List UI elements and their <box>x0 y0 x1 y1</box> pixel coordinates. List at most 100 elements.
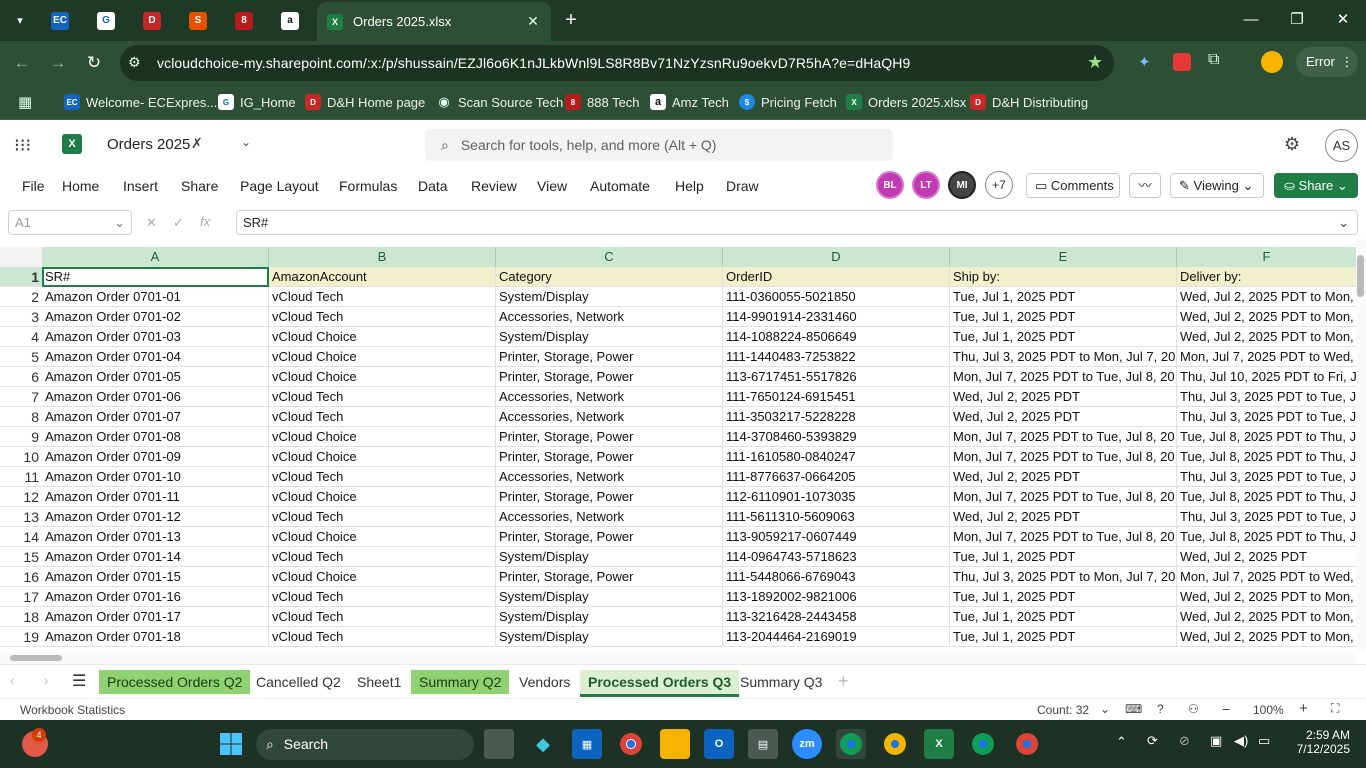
site-info-icon[interactable]: ⚙ <box>128 54 141 71</box>
table-cell[interactable]: 111-3503217-5228228 <box>723 407 950 427</box>
header-cell[interactable]: SR# <box>42 267 269 287</box>
table-cell[interactable]: 114-9901914-2331460 <box>723 307 950 327</box>
table-cell[interactable]: Amazon Order 0701-06 <box>42 387 269 407</box>
table-cell[interactable]: 111-7650124-6915451 <box>723 387 950 407</box>
table-cell[interactable]: 111-8776637-0664205 <box>723 467 950 487</box>
row-header[interactable]: 3 <box>0 307 42 327</box>
header-cell[interactable]: OrderID <box>723 267 950 287</box>
back-button[interactable]: ← <box>10 51 34 75</box>
table-cell[interactable]: System/Display <box>496 587 723 607</box>
column-header[interactable]: D <box>723 247 950 267</box>
address-bar[interactable]: ⚙ vcloudchoice-my.sharepoint.com/:x:/p/s… <box>120 45 1114 81</box>
table-cell[interactable]: 113-2044464-2169019 <box>723 627 950 647</box>
column-header[interactable]: E <box>950 247 1177 267</box>
table-cell[interactable]: Tue, Jul 1, 2025 PDT <box>950 627 1177 647</box>
table-cell[interactable]: Tue, Jul 8, 2025 PDT to Thu, Ju <box>1177 447 1356 467</box>
table-cell[interactable]: Amazon Order 0701-03 <box>42 327 269 347</box>
minimize-button[interactable]: — <box>1236 8 1266 32</box>
table-cell[interactable]: Amazon Order 0701-10 <box>42 467 269 487</box>
name-box[interactable]: A1 ⌄ <box>8 210 132 235</box>
table-cell[interactable]: vCloud Choice <box>269 487 496 507</box>
table-cell[interactable]: 111-1440483-7253822 <box>723 347 950 367</box>
table-cell[interactable]: Amazon Order 0701-02 <box>42 307 269 327</box>
row-header[interactable]: 14 <box>0 527 42 547</box>
table-cell[interactable]: Amazon Order 0701-07 <box>42 407 269 427</box>
column-header[interactable]: A <box>42 247 269 267</box>
horizontal-scrollbar[interactable] <box>0 652 1356 664</box>
count-summary[interactable]: Count: 32 <box>1037 703 1089 717</box>
extension-icon[interactable]: ✦ <box>1138 53 1156 71</box>
table-cell[interactable]: Wed, Jul 2, 2025 PDT <box>1177 547 1356 567</box>
table-cell[interactable]: Amazon Order 0701-16 <box>42 587 269 607</box>
table-cell[interactable]: 114-3708460-5393829 <box>723 427 950 447</box>
table-cell[interactable]: System/Display <box>496 327 723 347</box>
bookmark-star-icon[interactable]: ★ <box>1087 52 1103 73</box>
row-header[interactable]: 1 <box>0 267 42 287</box>
row-header[interactable]: 13 <box>0 507 42 527</box>
calculator-icon[interactable]: ▤ <box>748 729 778 759</box>
settings-gear-icon[interactable]: ⚙ <box>1284 134 1300 155</box>
chrome-profile-icon[interactable] <box>1012 729 1042 759</box>
table-cell[interactable]: 113-9059217-0607449 <box>723 527 950 547</box>
table-cell[interactable]: vCloud Choice <box>269 567 496 587</box>
table-cell[interactable]: 114-1088224-8506649 <box>723 327 950 347</box>
table-cell[interactable]: Wed, Jul 2, 2025 PDT to Mon, <box>1177 607 1356 627</box>
table-cell[interactable]: Amazon Order 0701-11 <box>42 487 269 507</box>
table-cell[interactable]: Thu, Jul 3, 2025 PDT to Tue, Ju <box>1177 467 1356 487</box>
tab-insert[interactable]: Insert <box>123 178 158 194</box>
table-cell[interactable]: Wed, Jul 2, 2025 PDT to Mon, <box>1177 287 1356 307</box>
table-cell[interactable]: vCloud Tech <box>269 607 496 627</box>
table-cell[interactable]: Tue, Jul 1, 2025 PDT <box>950 287 1177 307</box>
table-cell[interactable]: Wed, Jul 2, 2025 PDT <box>950 387 1177 407</box>
tab-list-button[interactable]: ▾ <box>8 8 32 33</box>
tab-amazon[interactable]: a <box>278 8 302 33</box>
table-cell[interactable]: Printer, Storage, Power <box>496 527 723 547</box>
table-cell[interactable]: Tue, Jul 8, 2025 PDT to Thu, Ju <box>1177 527 1356 547</box>
table-cell[interactable]: 111-1610580-0840247 <box>723 447 950 467</box>
chrome-profile-icon[interactable] <box>836 729 866 759</box>
reload-button[interactable]: ↻ <box>82 51 106 75</box>
column-header[interactable]: F <box>1177 247 1356 267</box>
clock[interactable]: 2:59 AM 7/12/2025 <box>1290 728 1350 756</box>
table-cell[interactable]: Mon, Jul 7, 2025 PDT to Wed, <box>1177 347 1356 367</box>
battery-icon[interactable]: ▭ <box>1258 733 1270 749</box>
search-box[interactable]: ⌕ Search for tools, help, and more (Alt … <box>425 129 893 161</box>
table-cell[interactable]: Wed, Jul 2, 2025 PDT <box>950 507 1177 527</box>
table-cell[interactable]: Amazon Order 0701-17 <box>42 607 269 627</box>
tab-file[interactable]: File <box>22 178 45 194</box>
table-cell[interactable]: Mon, Jul 7, 2025 PDT to Wed, <box>1177 567 1356 587</box>
help-icon[interactable]: ? <box>1157 702 1164 716</box>
apps-grid-icon[interactable]: ▦ <box>18 93 32 111</box>
table-cell[interactable]: vCloud Tech <box>269 507 496 527</box>
outlook-icon[interactable]: O <box>704 729 734 759</box>
expand-formula-icon[interactable]: ⌄ <box>1338 211 1349 234</box>
sheet-tab[interactable]: Cancelled Q2 <box>248 670 349 694</box>
table-cell[interactable]: Tue, Jul 1, 2025 PDT <box>950 607 1177 627</box>
insert-function-icon[interactable]: fx <box>200 214 210 229</box>
display-icon[interactable]: ▣ <box>1210 733 1222 749</box>
tab-ig[interactable]: G <box>94 8 118 33</box>
sensitivity-icon[interactable]: ✗ <box>191 135 203 152</box>
tab-automate[interactable]: Automate <box>590 178 650 194</box>
table-cell[interactable]: Accessories, Network <box>496 387 723 407</box>
tray-chevron-up-icon[interactable]: ⌃ <box>1116 734 1127 750</box>
table-cell[interactable]: vCloud Tech <box>269 287 496 307</box>
horizontal-scroll-thumb[interactable] <box>10 655 62 661</box>
tab-data[interactable]: Data <box>418 178 448 194</box>
comments-button[interactable]: ▭ Comments <box>1026 173 1120 198</box>
all-sheets-menu-icon[interactable]: ☰ <box>72 671 86 691</box>
table-cell[interactable]: Tue, Jul 8, 2025 PDT to Thu, Ju <box>1177 427 1356 447</box>
table-cell[interactable]: Amazon Order 0701-08 <box>42 427 269 447</box>
table-cell[interactable]: Printer, Storage, Power <box>496 447 723 467</box>
vertical-scroll-thumb[interactable] <box>1357 255 1364 297</box>
row-header[interactable]: 17 <box>0 587 42 607</box>
sheet-tab[interactable]: Vendors <box>511 670 578 694</box>
bookmark-ig-home[interactable]: G IG_Home <box>218 92 296 112</box>
table-cell[interactable]: Mon, Jul 7, 2025 PDT to Tue, Jul 8, 20 <box>950 367 1177 387</box>
table-cell[interactable]: Amazon Order 0701-01 <box>42 287 269 307</box>
table-cell[interactable]: 111-5611310-5609063 <box>723 507 950 527</box>
enter-icon[interactable]: ✓ <box>173 215 184 231</box>
table-cell[interactable]: Mon, Jul 7, 2025 PDT to Tue, Jul 8, 20 <box>950 527 1177 547</box>
header-cell[interactable]: Deliver by: <box>1177 267 1356 287</box>
bookmark-orders-2025[interactable]: X Orders 2025.xlsx <box>846 92 966 112</box>
